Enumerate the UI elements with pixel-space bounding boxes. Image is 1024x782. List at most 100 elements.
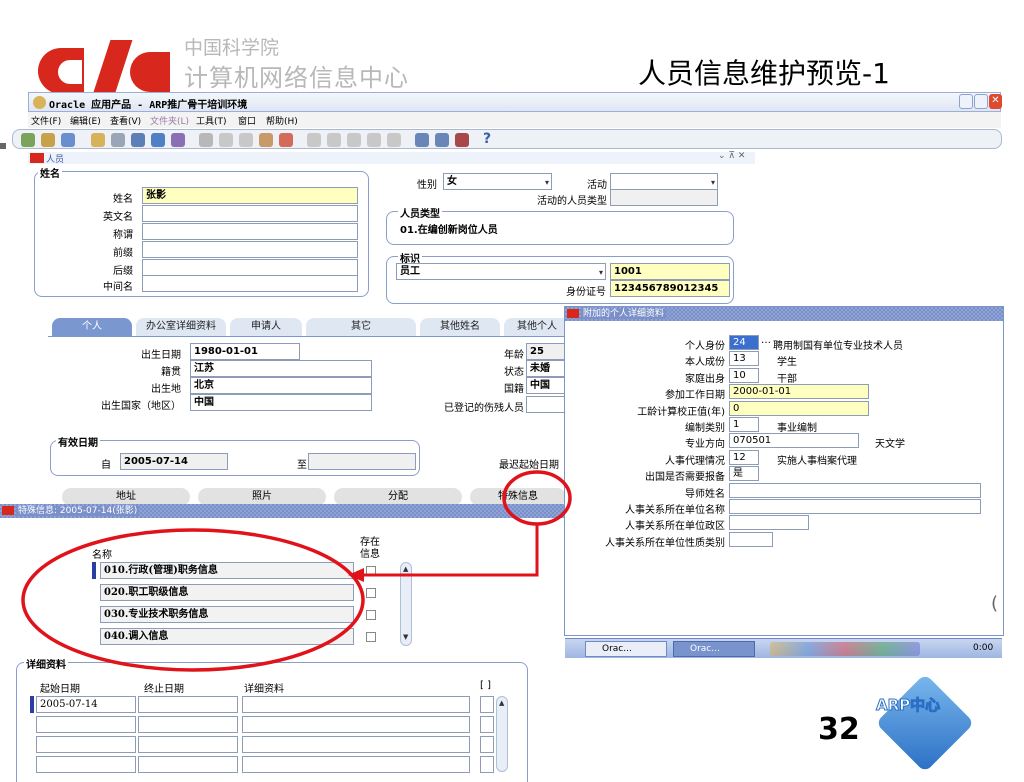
extra-detail-field[interactable] <box>729 482 981 498</box>
exists-checkbox[interactable] <box>366 566 376 576</box>
menu-folder[interactable]: 文件夹(L) <box>150 114 189 127</box>
exists-checkbox[interactable] <box>366 632 376 642</box>
edit-icon[interactable] <box>259 133 273 147</box>
employee-number-field[interactable]: 1001 <box>610 263 730 280</box>
gender-select[interactable]: 女 ▾ <box>443 173 552 190</box>
extra-detail-field[interactable] <box>729 515 809 531</box>
tab-other[interactable]: 其它 <box>306 318 416 336</box>
title-field[interactable] <box>142 223 358 240</box>
detail-cell[interactable]: 2005-07-14 <box>36 696 136 713</box>
copy-icon[interactable] <box>219 133 233 147</box>
extra-detail-field[interactable]: 2000-01-01 <box>729 384 869 400</box>
calculator-icon[interactable] <box>435 133 449 147</box>
menu-edit[interactable]: 编辑(E) <box>70 114 101 127</box>
extra-detail-field[interactable]: 是 <box>729 466 759 482</box>
extra-detail-field[interactable] <box>729 531 773 547</box>
detail-cell[interactable] <box>138 736 238 753</box>
lov-button[interactable]: … <box>761 335 771 346</box>
new-icon[interactable] <box>21 133 35 147</box>
detail-cell[interactable] <box>36 736 136 753</box>
detail-cell[interactable] <box>36 756 136 773</box>
paste-icon[interactable] <box>239 133 253 147</box>
active-type-field[interactable] <box>610 189 718 206</box>
tab-other-personal[interactable]: 其他个人 <box>504 318 570 336</box>
help-icon[interactable]: ? <box>483 131 491 147</box>
detail-flex-cell[interactable] <box>480 696 494 713</box>
list-item[interactable]: 020.职工职级信息 <box>100 584 354 601</box>
detail-cell[interactable] <box>242 696 470 713</box>
suffix-field[interactable] <box>142 259 358 276</box>
zoom-icon[interactable] <box>61 133 75 147</box>
menu-file[interactable]: 文件(F) <box>31 114 61 127</box>
menu-tools[interactable]: 工具(T) <box>196 114 227 127</box>
find-icon[interactable] <box>131 133 145 147</box>
extra-detail-field[interactable] <box>729 499 981 514</box>
print-icon[interactable] <box>111 133 125 147</box>
navigate-icon[interactable] <box>41 133 55 147</box>
translate-icon[interactable] <box>307 133 321 147</box>
extra-detail-field[interactable]: 24 <box>729 335 759 350</box>
list-item[interactable]: 010.行政(管理)职务信息 <box>100 562 354 579</box>
calendar-icon[interactable] <box>415 133 429 147</box>
disabled-field[interactable] <box>526 396 566 413</box>
tab-office-details[interactable]: 办公室详细资料 <box>136 318 226 336</box>
paperclip-icon[interactable] <box>367 133 381 147</box>
save-icon[interactable] <box>91 133 105 147</box>
valid-to-field[interactable] <box>308 453 416 470</box>
form-window-controls[interactable]: ⌄ ⊼ ✕ <box>718 151 745 161</box>
scroll-up-icon[interactable]: ▲ <box>499 699 504 707</box>
menu-help[interactable]: 帮助(H) <box>266 114 298 127</box>
folder-tools-icon[interactable] <box>387 133 401 147</box>
detail-cell[interactable] <box>138 696 238 713</box>
english-name-field[interactable] <box>142 205 358 222</box>
id-type-select[interactable]: 员工 ▾ <box>396 263 606 280</box>
extra-detail-field[interactable]: 1 <box>729 417 759 432</box>
birth-date-field[interactable]: 1980-01-01 <box>190 343 300 360</box>
native-place-field[interactable]: 江苏 <box>190 360 372 377</box>
nationality-field[interactable]: 中国 <box>526 377 566 394</box>
middle-name-field[interactable] <box>142 275 358 292</box>
extra-detail-field[interactable]: 10 <box>729 367 759 383</box>
extra-detail-field[interactable]: 13 <box>729 351 759 367</box>
detail-flex-cell[interactable] <box>480 716 494 733</box>
list-item[interactable]: 030.专业技术职务信息 <box>100 606 354 623</box>
tab-applicant[interactable]: 申请人 <box>230 318 302 336</box>
clear-icon[interactable] <box>171 133 185 147</box>
id-card-field[interactable]: 123456789012345 <box>610 280 730 297</box>
name-field[interactable]: 张影 <box>142 187 358 204</box>
person-type-field[interactable]: 01.在编创新岗位人员 <box>396 222 729 239</box>
folder-icon[interactable] <box>327 133 341 147</box>
globe-icon[interactable] <box>347 133 361 147</box>
exists-checkbox[interactable] <box>366 588 376 598</box>
birth-country-field[interactable]: 中国 <box>190 394 372 411</box>
close-button[interactable]: ✕ <box>989 94 1002 109</box>
detail-flex-cell[interactable] <box>480 736 494 753</box>
scroll-down-icon[interactable]: ▼ <box>403 633 408 641</box>
maximize-button[interactable] <box>974 94 988 109</box>
minimize-button[interactable] <box>959 94 973 109</box>
detail-cell[interactable] <box>36 716 136 733</box>
extra-detail-field[interactable]: 12 <box>729 449 759 465</box>
detail-cell[interactable] <box>138 716 238 733</box>
extra-detail-field[interactable]: 0 <box>729 400 869 416</box>
list-item[interactable]: 040.调入信息 <box>100 628 354 645</box>
active-select[interactable]: ▾ <box>610 173 718 190</box>
valid-from-field[interactable]: 2005-07-14 <box>120 453 228 470</box>
age-field[interactable]: 25 <box>526 343 566 360</box>
cut-icon[interactable] <box>199 133 213 147</box>
delete-icon[interactable] <box>279 133 293 147</box>
detail-cell[interactable] <box>138 756 238 773</box>
prefix-field[interactable] <box>142 241 358 258</box>
detail-cell[interactable] <box>242 736 470 753</box>
menu-window[interactable]: 窗口 <box>238 114 256 127</box>
window-icon[interactable] <box>455 133 469 147</box>
scroll-arrow-icon[interactable]: ( <box>991 593 998 614</box>
detail-flex-cell[interactable] <box>480 756 494 773</box>
tab-other-names[interactable]: 其他姓名 <box>420 318 500 336</box>
extra-detail-field[interactable]: 070501 <box>729 433 859 449</box>
detail-cell[interactable] <box>242 756 470 773</box>
birthplace-field[interactable]: 北京 <box>190 377 372 394</box>
detail-scrollbar[interactable]: ▲ <box>496 696 508 772</box>
taskbar-item-oracle-2[interactable]: Orac... <box>673 641 755 657</box>
status-field[interactable]: 未婚 <box>526 360 566 377</box>
